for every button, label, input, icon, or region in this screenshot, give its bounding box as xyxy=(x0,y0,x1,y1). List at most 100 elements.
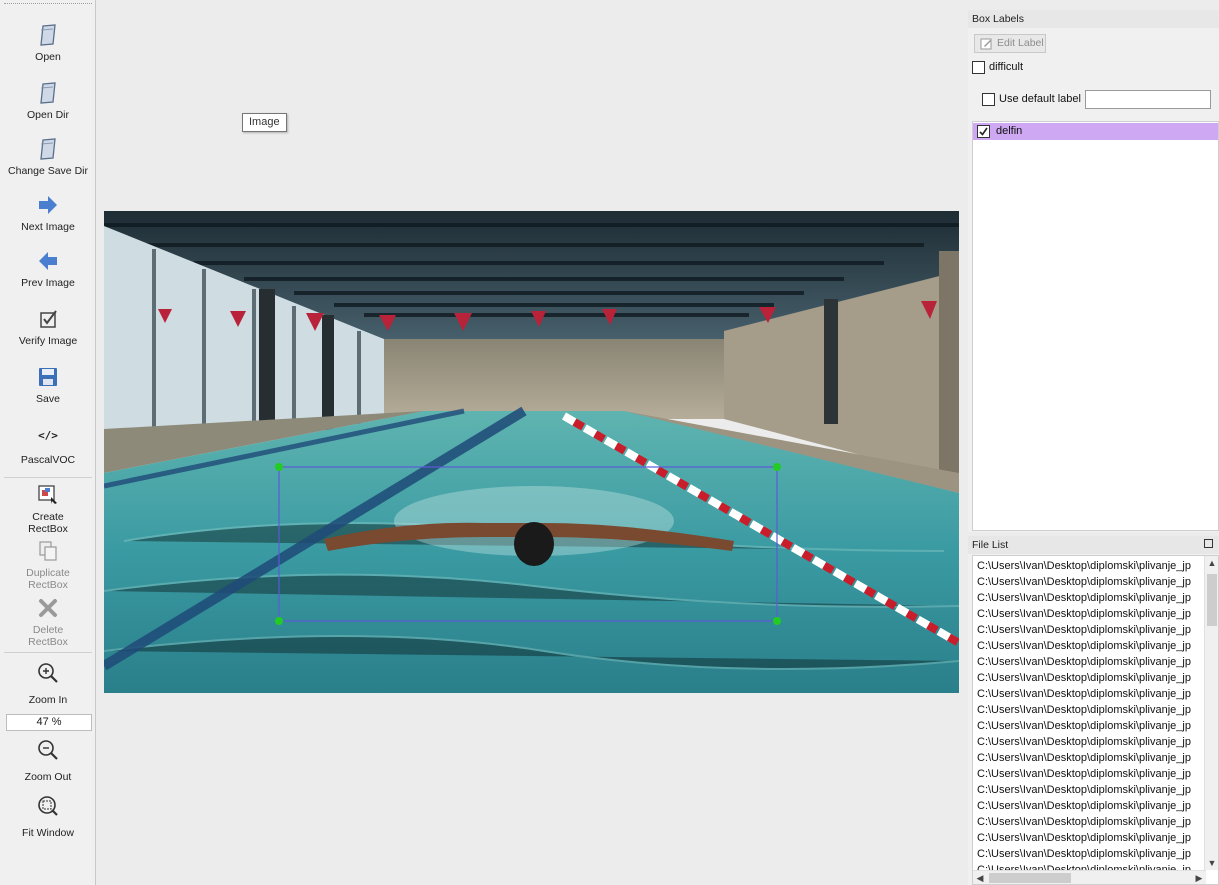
label-list: delfin xyxy=(972,121,1219,531)
difficult-label: difficult xyxy=(989,61,1024,73)
verify-image-label: Verify Image xyxy=(18,335,78,347)
checkbox-checked-icon xyxy=(40,310,57,328)
scroll-right-icon[interactable]: ▶ xyxy=(1192,871,1206,884)
file-list-dock: File List C:\Users\Ivan\Desktop\diplomsk… xyxy=(968,536,1219,885)
file-list-item[interactable]: C:\Users\Ivan\Desktop\diplomski\plivanje… xyxy=(977,846,1203,862)
label-name: delfin xyxy=(996,125,1023,137)
file-list-title: File List xyxy=(968,536,1219,554)
file-list-item[interactable]: C:\Users\Ivan\Desktop\diplomski\plivanje… xyxy=(977,734,1203,750)
zoom-value-field[interactable]: 47 % xyxy=(6,714,92,731)
save-label: Save xyxy=(36,393,60,405)
edit-pencil-icon xyxy=(980,38,992,50)
use-default-label-checkbox[interactable] xyxy=(982,93,995,106)
file-list-item[interactable]: C:\Users\Ivan\Desktop\diplomski\plivanje… xyxy=(977,830,1203,846)
open-dir-label: Open Dir xyxy=(26,109,69,121)
use-default-label-text: Use default label xyxy=(999,93,1081,105)
floppy-disk-icon xyxy=(39,368,57,386)
change-save-dir-button[interactable]: Change Save Dir xyxy=(0,136,96,177)
zoom-out-label: Zoom Out xyxy=(24,771,72,783)
file-list-item[interactable]: C:\Users\Ivan\Desktop\diplomski\plivanje… xyxy=(977,622,1203,638)
open-label: Open xyxy=(35,51,61,63)
file-list-item[interactable]: C:\Users\Ivan\Desktop\diplomski\plivanje… xyxy=(977,702,1203,718)
zoom-in-icon xyxy=(38,663,58,683)
difficult-checkbox[interactable] xyxy=(972,61,985,74)
checkmark-icon xyxy=(979,127,988,136)
file-list-item[interactable]: C:\Users\Ivan\Desktop\diplomski\plivanje… xyxy=(977,638,1203,654)
fit-window-button[interactable]: Fit Window xyxy=(0,793,96,839)
file-list[interactable]: C:\Users\Ivan\Desktop\diplomski\plivanje… xyxy=(972,555,1219,885)
edit-label-text: Edit Label xyxy=(997,37,1044,49)
file-list-item[interactable]: C:\Users\Ivan\Desktop\diplomski\plivanje… xyxy=(977,814,1203,830)
folder-open-icon xyxy=(40,24,56,46)
file-list-item[interactable]: C:\Users\Ivan\Desktop\diplomski\plivanje… xyxy=(977,558,1203,574)
bbox-handle-top-left[interactable] xyxy=(275,463,283,471)
create-rectbox-label: Create RectBox xyxy=(28,511,68,535)
file-list-item[interactable]: C:\Users\Ivan\Desktop\diplomski\plivanje… xyxy=(977,654,1203,670)
create-rect-icon xyxy=(38,485,57,504)
file-list-vertical-scrollbar[interactable]: ▲ ▼ xyxy=(1204,556,1218,870)
file-list-item[interactable]: C:\Users\Ivan\Desktop\diplomski\plivanje… xyxy=(977,574,1203,590)
delete-rectbox-button[interactable]: Delete RectBox xyxy=(0,595,96,648)
arrow-right-icon xyxy=(39,196,57,214)
swimming-pool-photo xyxy=(104,211,959,693)
next-image-label: Next Image xyxy=(21,221,75,233)
file-list-item[interactable]: C:\Users\Ivan\Desktop\diplomski\plivanje… xyxy=(977,606,1203,622)
delete-rectbox-label: Delete RectBox xyxy=(28,624,68,648)
bbox-handle-top-right[interactable] xyxy=(773,463,781,471)
file-list-item[interactable]: C:\Users\Ivan\Desktop\diplomski\plivanje… xyxy=(977,718,1203,734)
folder-open-icon xyxy=(40,138,56,160)
fit-window-icon xyxy=(38,796,58,816)
fit-window-label: Fit Window xyxy=(22,827,74,839)
folder-open-icon xyxy=(40,82,56,104)
toolbar-grip[interactable] xyxy=(4,3,92,6)
file-list-item[interactable]: C:\Users\Ivan\Desktop\diplomski\plivanje… xyxy=(977,670,1203,686)
zoom-out-button[interactable]: Zoom Out xyxy=(0,737,96,783)
duplicate-rectbox-button[interactable]: Duplicate RectBox xyxy=(0,538,96,591)
arrow-left-icon xyxy=(39,252,57,270)
code-icon: </> xyxy=(38,429,58,442)
default-label-input[interactable] xyxy=(1085,90,1211,109)
file-list-item[interactable]: C:\Users\Ivan\Desktop\diplomski\plivanje… xyxy=(977,686,1203,702)
scroll-left-icon[interactable]: ◀ xyxy=(973,871,987,884)
annotated-photo[interactable] xyxy=(104,211,959,693)
box-labels-dock: Box Labels Edit Label difficult Use defa… xyxy=(968,10,1219,532)
zoom-in-label: Zoom In xyxy=(28,694,68,706)
format-label: PascalVOC xyxy=(20,454,76,466)
delete-x-icon xyxy=(39,599,57,617)
open-button[interactable]: Open xyxy=(0,22,96,63)
dock-float-icon[interactable] xyxy=(1204,539,1213,548)
label-visible-checkbox[interactable] xyxy=(977,125,990,138)
file-list-item[interactable]: C:\Users\Ivan\Desktop\diplomski\plivanje… xyxy=(977,798,1203,814)
next-image-button[interactable]: Next Image xyxy=(0,192,96,233)
save-button[interactable]: Save xyxy=(0,364,96,405)
toolbar-separator xyxy=(4,477,92,478)
scrollbar-thumb[interactable] xyxy=(989,873,1071,883)
change-save-dir-label: Change Save Dir xyxy=(8,165,88,177)
scroll-down-icon[interactable]: ▼ xyxy=(1205,856,1218,870)
file-list-item[interactable]: C:\Users\Ivan\Desktop\diplomski\plivanje… xyxy=(977,750,1203,766)
create-rectbox-button[interactable]: Create RectBox xyxy=(0,482,96,535)
file-list-item[interactable]: C:\Users\Ivan\Desktop\diplomski\plivanje… xyxy=(977,782,1203,798)
prev-image-button[interactable]: Prev Image xyxy=(0,248,96,289)
label-list-item[interactable]: delfin xyxy=(973,123,1218,140)
left-toolbar: Open Open Dir Change Save Dir Next Image… xyxy=(0,0,96,885)
format-toggle-button[interactable]: </> PascalVOC xyxy=(0,422,96,466)
toolbar-separator xyxy=(4,652,92,653)
duplicate-icon xyxy=(39,541,57,561)
bbox-handle-bottom-left[interactable] xyxy=(275,617,283,625)
open-dir-button[interactable]: Open Dir xyxy=(0,80,96,121)
file-list-horizontal-scrollbar[interactable]: ◀ ▶ xyxy=(973,870,1206,884)
verify-image-button[interactable]: Verify Image xyxy=(0,306,96,347)
file-list-item[interactable]: C:\Users\Ivan\Desktop\diplomski\plivanje… xyxy=(977,590,1203,606)
file-list-item[interactable]: C:\Users\Ivan\Desktop\diplomski\plivanje… xyxy=(977,766,1203,782)
prev-image-label: Prev Image xyxy=(21,277,75,289)
bbox-handle-bottom-right[interactable] xyxy=(773,617,781,625)
duplicate-rectbox-label: Duplicate RectBox xyxy=(26,567,70,591)
zoom-out-icon xyxy=(38,740,58,760)
edit-label-button[interactable]: Edit Label xyxy=(974,34,1046,53)
scroll-up-icon[interactable]: ▲ xyxy=(1205,556,1218,570)
image-tooltip: Image xyxy=(242,113,287,132)
scrollbar-thumb[interactable] xyxy=(1207,574,1217,626)
zoom-in-button[interactable]: Zoom In xyxy=(0,660,96,706)
box-labels-title: Box Labels xyxy=(968,10,1219,28)
